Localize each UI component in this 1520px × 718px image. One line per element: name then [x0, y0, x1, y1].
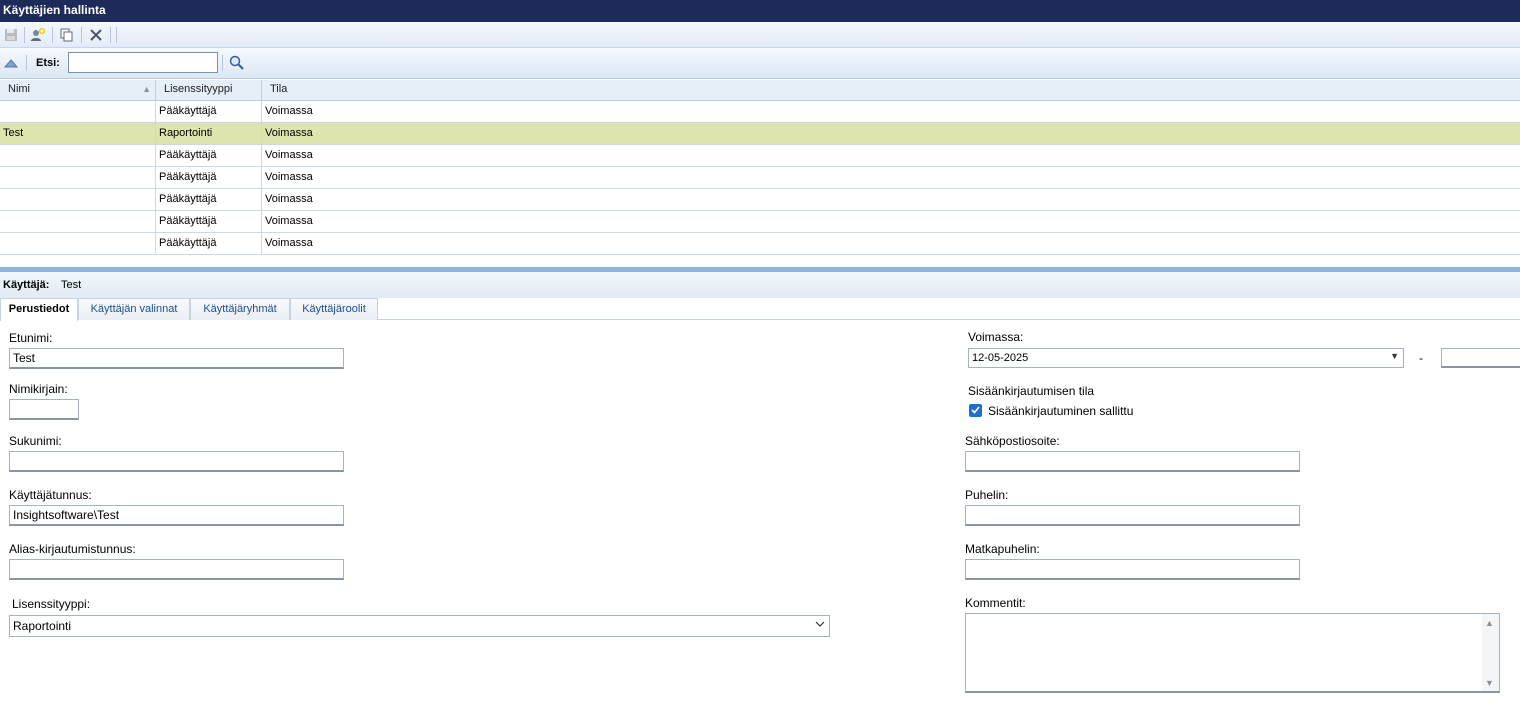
phone-field[interactable]	[965, 505, 1300, 526]
cell-name	[0, 101, 156, 122]
valid-from-value: 12-05-2025	[972, 352, 1029, 364]
user-label: Käyttäjä:	[3, 279, 50, 291]
comments-scrollbar[interactable]: ▲ ▼	[1482, 614, 1499, 691]
cell-license: Pääkäyttäjä	[156, 101, 262, 122]
cell-status: Voimassa	[265, 193, 313, 205]
last-name-field[interactable]	[9, 451, 344, 472]
cell-status: Voimassa	[265, 149, 313, 161]
table-row[interactable]: Pääkäyttäjä Voimassa	[0, 145, 1520, 167]
scroll-down-icon[interactable]: ▼	[1485, 678, 1494, 688]
toolbar-separator	[24, 27, 25, 43]
cell-name	[0, 233, 156, 254]
date-separator: -	[1419, 351, 1423, 365]
cell-name	[0, 145, 156, 166]
cell-license: Pääkäyttäjä	[156, 211, 262, 232]
sort-asc-icon: ▲	[142, 84, 151, 94]
toolbar-separator	[110, 27, 111, 43]
table-row-selected[interactable]: Test Raportointi Voimassa	[0, 123, 1520, 145]
valid-to-date[interactable]	[1441, 348, 1520, 368]
initials-label: Nimikirjain:	[9, 382, 68, 396]
tab-kayttajaroolit[interactable]: Käyttäjäroolit	[290, 298, 378, 320]
valid-label: Voimassa:	[968, 330, 1024, 344]
alias-field[interactable]	[9, 559, 344, 580]
cell-status: Voimassa	[265, 171, 313, 183]
user-header: Käyttäjä: Test	[0, 272, 1520, 298]
add-user-icon[interactable]	[29, 26, 47, 44]
search-label: Etsi:	[36, 57, 60, 69]
email-label: Sähköpostiosoite:	[965, 434, 1060, 448]
delete-icon[interactable]	[87, 26, 105, 44]
cell-name	[0, 211, 156, 232]
cell-status: Voimassa	[265, 237, 313, 249]
table-row[interactable]: Pääkäyttäjä Voimassa	[0, 167, 1520, 189]
user-value: Test	[61, 279, 82, 291]
username-label: Käyttäjätunnus:	[9, 488, 92, 502]
initials-field[interactable]	[9, 399, 79, 420]
valid-from-date[interactable]: 12-05-2025 ▼	[968, 348, 1404, 368]
table-row[interactable]: Pääkäyttäjä Voimassa	[0, 233, 1520, 255]
column-header-status[interactable]: Tila	[262, 80, 1520, 100]
window-title: Käyttäjien hallinta	[0, 0, 1520, 22]
cell-license: Raportointi	[156, 123, 262, 144]
cell-status: Voimassa	[265, 215, 313, 227]
cell-license: Pääkäyttäjä	[156, 189, 262, 210]
cell-name	[0, 167, 156, 188]
tab-kayttajaryhmat[interactable]: Käyttäjäryhmät	[190, 298, 290, 320]
login-allowed-label: Sisäänkirjautuminen sallittu	[988, 404, 1134, 418]
dropdown-arrow-icon: ▼	[1390, 351, 1399, 361]
column-header-name[interactable]: Nimi ▲	[0, 80, 156, 100]
phone-label: Puhelin:	[965, 488, 1009, 502]
column-header-license[interactable]: Lisenssityyppi	[156, 80, 262, 100]
license-type-select[interactable]: Raportointi	[9, 615, 830, 637]
search-input[interactable]	[68, 52, 218, 73]
table-row[interactable]: Pääkäyttäjä Voimassa	[0, 101, 1520, 123]
column-header-label: Nimi	[8, 83, 30, 95]
table-row[interactable]: Pääkäyttäjä Voimassa	[0, 189, 1520, 211]
grid-header: Nimi ▲ Lisenssityyppi Tila	[0, 80, 1520, 101]
column-header-label: Tila	[270, 83, 288, 95]
cell-name: Test	[0, 123, 156, 144]
login-allowed-checkbox[interactable]	[969, 404, 982, 417]
last-name-label: Sukunimi:	[9, 434, 62, 448]
toolbar-separator	[116, 27, 117, 43]
comments-textarea[interactable]: ▲ ▼	[965, 613, 1500, 693]
mobile-field[interactable]	[965, 559, 1300, 580]
cell-license: Pääkäyttäjä	[156, 167, 262, 188]
collapse-up-icon[interactable]	[3, 57, 19, 71]
search-icon[interactable]	[229, 55, 245, 74]
first-name-field[interactable]: Test	[9, 348, 344, 369]
toolbar-separator	[26, 55, 27, 71]
table-row[interactable]: Pääkäyttäjä Voimassa	[0, 211, 1520, 233]
tab-perustiedot[interactable]: Perustiedot	[0, 298, 78, 321]
tab-bar: Perustiedot Käyttäjän valinnat Käyttäjär…	[0, 298, 1520, 321]
cell-status: Voimassa	[265, 127, 313, 139]
chevron-down-icon	[815, 619, 825, 632]
alias-label: Alias-kirjautumistunnus:	[9, 542, 136, 556]
first-name-label: Etunimi:	[9, 331, 53, 345]
scroll-up-icon[interactable]: ▲	[1485, 618, 1494, 628]
cell-license: Pääkäyttäjä	[156, 233, 262, 254]
comments-label: Kommentit:	[965, 596, 1026, 610]
login-state-label: Sisäänkirjautumisen tila	[968, 384, 1095, 398]
toolbar-separator	[52, 27, 53, 43]
email-field[interactable]	[965, 451, 1300, 472]
tab-kayttajan-valinnat[interactable]: Käyttäjän valinnat	[78, 298, 190, 320]
save-icon[interactable]	[2, 26, 20, 44]
cell-status: Voimassa	[265, 105, 313, 117]
search-bar: Etsi:	[0, 48, 1520, 79]
cell-license: Pääkäyttäjä	[156, 145, 262, 166]
license-type-value: Raportointi	[13, 619, 72, 633]
license-type-label: Lisenssityyppi:	[12, 597, 91, 611]
copy-icon[interactable]	[58, 26, 76, 44]
toolbar	[0, 22, 1520, 48]
cell-name	[0, 189, 156, 210]
username-field[interactable]: Insightsoftware\Test	[9, 505, 344, 526]
column-header-label: Lisenssityyppi	[164, 83, 233, 95]
toolbar-separator	[222, 55, 223, 71]
toolbar-separator	[81, 27, 82, 43]
mobile-label: Matkapuhelin:	[965, 542, 1040, 556]
